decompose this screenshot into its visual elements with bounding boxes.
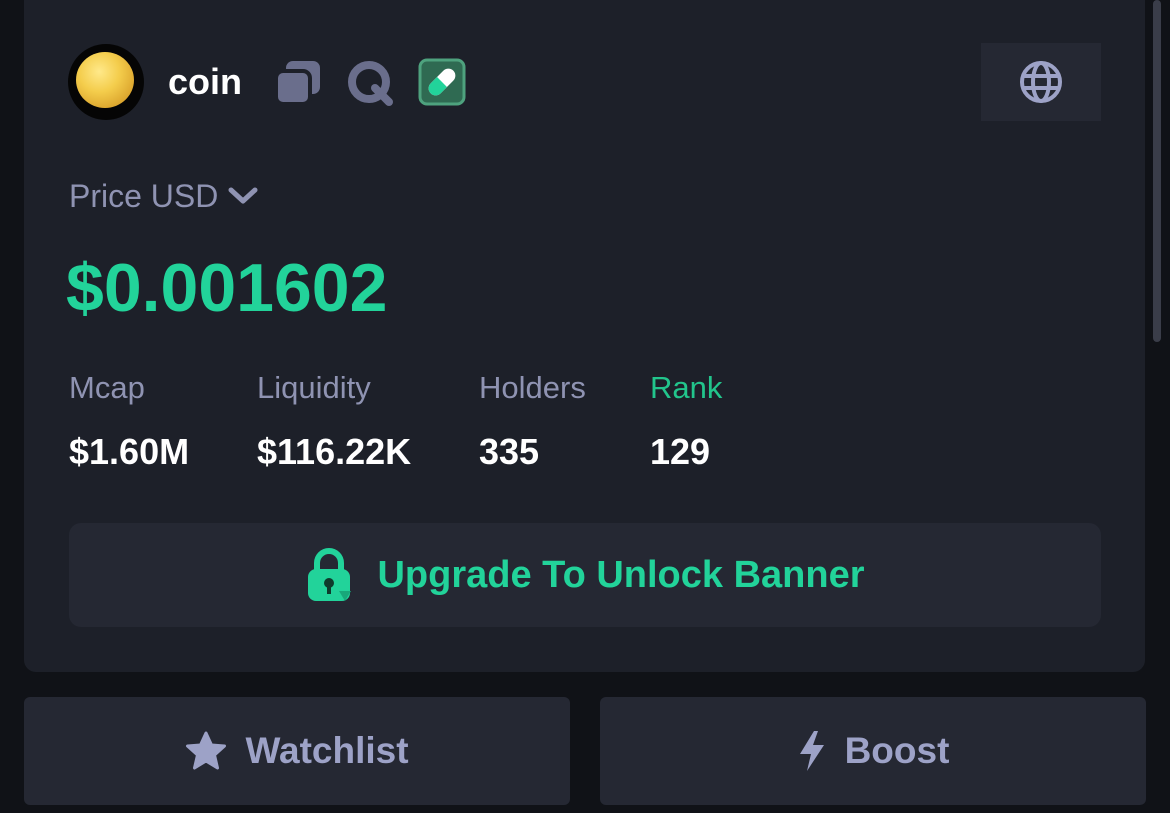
stat-label-liquidity: Liquidity <box>257 370 371 405</box>
coin-image <box>76 52 134 108</box>
globe-icon <box>1020 61 1062 103</box>
stat-value-rank: 129 <box>650 431 711 472</box>
stat-value-mcap: $1.60M <box>69 431 190 472</box>
boost-label: Boost <box>844 730 950 771</box>
website-button[interactable] <box>981 43 1101 121</box>
lightning-icon <box>799 731 824 771</box>
stat-value-liquidity: $116.22K <box>257 431 412 472</box>
token-avatar <box>68 44 144 120</box>
stat-label-rank[interactable]: Rank <box>650 368 722 408</box>
price-label: Price USD <box>69 177 219 214</box>
pill-icon[interactable] <box>418 58 466 106</box>
stat-label-mcap: Mcap <box>69 370 145 405</box>
upgrade-banner-label: Upgrade To Unlock Banner <box>377 553 865 596</box>
token-page: coin Price USD $0.001602 Mcap Liquidity … <box>0 0 1170 813</box>
token-name: coin <box>168 61 243 102</box>
price-currency-selector[interactable]: Price USD <box>69 176 258 216</box>
stat-label-holders: Holders <box>479 370 586 405</box>
watchlist-label: Watchlist <box>245 730 409 771</box>
scrollbar[interactable] <box>1153 0 1161 342</box>
lock-icon <box>308 548 352 601</box>
search-icon[interactable] <box>345 58 393 106</box>
chevron-down-icon <box>228 187 258 204</box>
upgrade-unlock-banner-button[interactable]: Upgrade To Unlock Banner <box>69 523 1101 627</box>
stat-value-holders: 335 <box>479 431 540 472</box>
boost-button[interactable]: Boost <box>600 697 1146 805</box>
watchlist-button[interactable]: Watchlist <box>24 697 570 805</box>
copy-icon[interactable] <box>274 58 322 106</box>
star-icon <box>186 731 227 770</box>
price-value: $0.001602 <box>66 250 388 326</box>
